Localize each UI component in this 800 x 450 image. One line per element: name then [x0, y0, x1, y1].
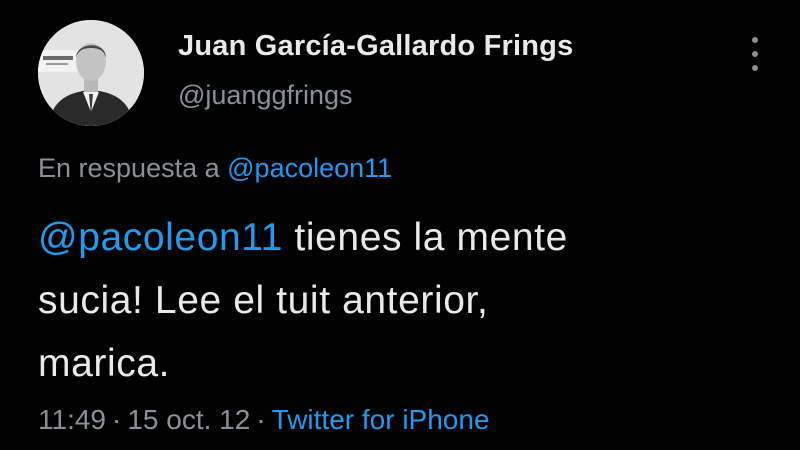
tweet-text-line-1: @pacoleon11 tienes la mente: [38, 206, 768, 269]
tweet-time[interactable]: 11:49: [38, 404, 106, 435]
reply-prefix: En respuesta a: [38, 153, 220, 183]
more-dot: [752, 37, 758, 43]
tweet-meta: 11:49 · 15 oct. 12 · Twitter for iPhone: [38, 404, 490, 436]
meta-separator: ·: [256, 404, 266, 435]
tweet-text: @pacoleon11 tienes la mente sucia! Lee e…: [38, 206, 768, 395]
tweet-text-line-1-rest: tienes la mente: [282, 216, 568, 259]
tweet-text-line-3: marica.: [38, 342, 171, 385]
reply-context: En respuesta a @pacoleon11: [38, 153, 392, 184]
tweet-mention-link[interactable]: @pacoleon11: [38, 216, 283, 259]
author-handle[interactable]: @juanggfrings: [178, 80, 353, 111]
avatar-photo: [38, 20, 144, 126]
more-dot: [752, 65, 758, 71]
more-dot: [752, 51, 758, 57]
avatar[interactable]: [38, 20, 144, 126]
meta-separator: ·: [112, 404, 122, 435]
author-display-name[interactable]: Juan García-Gallardo Frings: [178, 30, 573, 63]
tweet-date[interactable]: 15 oct. 12: [127, 404, 250, 435]
tweet-source-link[interactable]: Twitter for iPhone: [272, 404, 490, 435]
reply-mention-link[interactable]: @pacoleon11: [227, 153, 392, 183]
tweet-text-line-2: sucia! Lee el tuit anterior,: [38, 279, 489, 322]
tweet-card: Juan García-Gallardo Frings @juanggfring…: [0, 0, 800, 450]
more-vertical-icon[interactable]: [748, 37, 762, 71]
